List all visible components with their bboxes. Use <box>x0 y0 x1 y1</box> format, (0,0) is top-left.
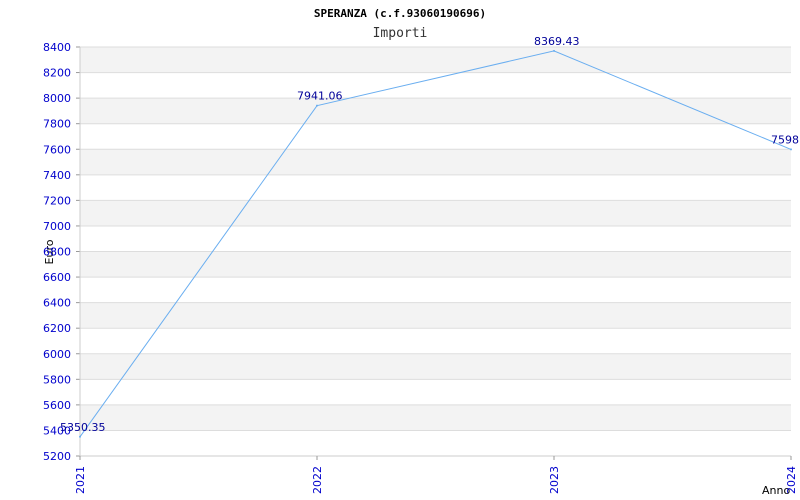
x-tick-label: 2024 <box>785 466 798 494</box>
y-tick-label: 7200 <box>43 194 71 207</box>
data-label: 8369.43 <box>534 35 580 48</box>
plot-band <box>80 430 791 456</box>
y-tick-label: 5800 <box>43 373 71 386</box>
plot-band <box>80 123 791 150</box>
y-tick-label: 8400 <box>43 41 71 54</box>
plot-band <box>80 149 791 175</box>
y-tick-label: 8200 <box>43 67 71 80</box>
y-tick-label: 5600 <box>43 399 71 412</box>
plot-band <box>80 174 791 201</box>
chart-subtitle: Importi <box>373 26 428 41</box>
y-tick-label: 5200 <box>43 450 71 463</box>
plot-band <box>80 277 791 303</box>
plot-band <box>80 404 791 431</box>
plot-band <box>80 225 791 252</box>
x-tick-label: 2022 <box>311 466 324 494</box>
chart-title: SPERANZA (c.f.93060190696) <box>314 7 486 20</box>
y-tick-label: 7800 <box>43 118 71 131</box>
plot-band <box>80 353 791 380</box>
y-tick-label: 6600 <box>43 271 71 284</box>
y-tick-label: 7000 <box>43 220 71 233</box>
y-tick-label: 6200 <box>43 322 71 335</box>
plot-band <box>80 98 791 124</box>
data-point <box>79 435 81 438</box>
data-label: 7941.06 <box>297 90 343 103</box>
plot-band <box>80 328 791 354</box>
plot-band <box>80 200 791 226</box>
data-point <box>790 148 792 151</box>
y-tick-label: 6800 <box>43 246 71 259</box>
data-point <box>553 49 555 52</box>
y-tick-label: 7600 <box>43 143 71 156</box>
y-tick-label: 7400 <box>43 169 71 182</box>
plot-band <box>80 379 791 405</box>
y-tick-label: 6000 <box>43 348 71 361</box>
x-tick-label: 2021 <box>74 466 87 494</box>
plot-band <box>80 251 791 278</box>
x-tick-labels: 2021 2022 2023 2024 <box>74 466 798 494</box>
x-tick-label: 2023 <box>548 466 561 494</box>
data-point <box>316 104 318 107</box>
data-label: 5350.35 <box>60 421 106 434</box>
y-tick-label: 8000 <box>43 92 71 105</box>
y-tick-labels: 5200540056005800600062006400660068007000… <box>43 41 71 463</box>
line-chart: SPERANZA (c.f.93060190696) Importi Euro … <box>43 7 800 497</box>
plot-band <box>80 47 791 73</box>
plot-band <box>80 302 791 329</box>
y-tick-label: 6400 <box>43 297 71 310</box>
data-label: 7598.8 <box>771 133 800 146</box>
plot-band <box>80 72 791 99</box>
